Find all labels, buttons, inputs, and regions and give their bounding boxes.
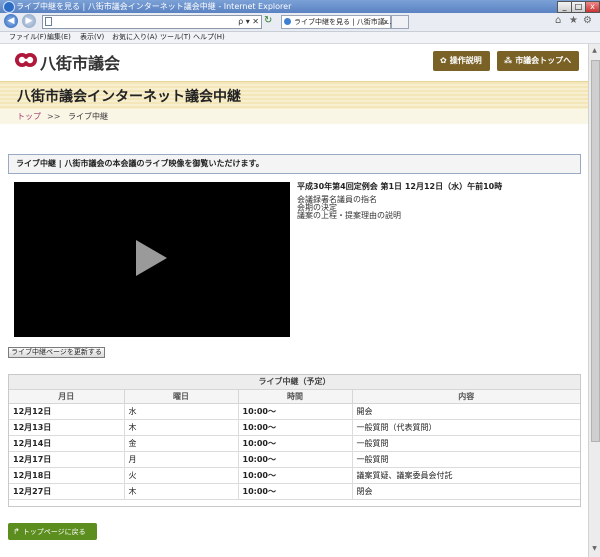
back-button[interactable]: ◀	[4, 14, 18, 28]
tab-label: ライブ中継を見る | 八街市議...	[294, 18, 392, 26]
manual-button[interactable]: ✿ 操作説明	[433, 51, 490, 71]
breadcrumb-home-link[interactable]: トップ	[17, 109, 41, 124]
tab-close-icon[interactable]: x	[384, 16, 388, 28]
agenda-list: 会議録署名議員の指名 会期の決定 議案の上程・提案理由の説明	[297, 196, 401, 220]
browser-toolbar: ◀ ▶ ρ ▾ ✕ ↻ ライブ中継を見る | 八街市議... x ⌂ ★ ⚙	[0, 13, 600, 32]
menu-favorites[interactable]: お気に入り(A)	[112, 32, 157, 43]
back-to-top-button[interactable]: ↱ トップページに戻る	[8, 523, 97, 540]
schedule-table: ライブ中継（予定） 月日 曜日 時間 内容 12月12日 水 10:00～ 開会	[8, 374, 581, 507]
vertical-scrollbar[interactable]: ▲ ▼	[588, 44, 600, 557]
new-tab-button[interactable]	[391, 15, 409, 29]
menu-bar: ファイル(F) 編集(E) 表示(V) お気に入り(A) ツール(T) ヘルプ(…	[0, 32, 600, 44]
page-title: 八街市議会インターネット議会中継	[17, 89, 241, 105]
council-top-button[interactable]: ⁂ 市議会トップへ	[497, 51, 579, 71]
header-time: 時間	[237, 390, 352, 404]
council-logo-icon	[15, 53, 37, 67]
page-content: 八街市議会 ✿ 操作説明 ⁂ 市議会トップへ 八街市議会インターネット議会中継 トッ…	[0, 44, 588, 557]
cell-content: 議案質疑、議案委員会付託	[351, 467, 580, 484]
window-title: ライブ中継を見る | 八街市議会インターネット議会中継 - Internet E…	[16, 2, 292, 11]
cell-content: 一般質問	[351, 451, 580, 468]
refresh-live-button[interactable]: ライブ中継ページを更新する	[8, 347, 105, 358]
schedule-caption: ライブ中継（予定）	[9, 375, 580, 390]
cell-time: 10:00～	[237, 435, 352, 452]
scroll-down-icon[interactable]: ▼	[590, 544, 599, 553]
favorites-icon[interactable]: ★	[569, 15, 578, 27]
table-row: 12月12日 水 10:00～ 開会	[9, 403, 580, 420]
cell-time: 10:00～	[237, 451, 352, 468]
table-row: 12月13日 木 10:00～ 一般質問（代表質問）	[9, 419, 580, 436]
cell-content: 開会	[351, 403, 580, 420]
gear-icon: ✿	[440, 56, 447, 65]
minimize-button[interactable]: _	[557, 1, 572, 13]
site-logo-text[interactable]: 八街市議会	[40, 50, 120, 74]
address-bar[interactable]: ρ ▾ ✕	[42, 15, 262, 29]
cell-date: 12月14日	[9, 435, 124, 452]
ie-icon	[3, 1, 15, 13]
cell-time: 10:00～	[237, 467, 352, 484]
menu-edit[interactable]: 編集(E)	[47, 32, 71, 43]
header-content: 内容	[351, 390, 580, 404]
menu-help[interactable]: ヘルプ(H)	[193, 32, 225, 43]
cell-weekday: 木	[123, 419, 238, 436]
page-banner: 八街市議会インターネット議会中継	[0, 81, 588, 110]
menu-tools[interactable]: ツール(T)	[160, 32, 191, 43]
page-icon	[45, 17, 52, 26]
home-icon[interactable]: ⌂	[555, 15, 561, 27]
menu-view[interactable]: 表示(V)	[80, 32, 104, 43]
cell-content: 一般質問	[351, 435, 580, 452]
breadcrumb-separator: >>	[47, 112, 61, 121]
window-titlebar: ライブ中継を見る | 八街市議会インターネット議会中継 - Internet E…	[0, 0, 600, 13]
council-top-button-label: 市議会トップへ	[515, 56, 572, 65]
cell-date: 12月17日	[9, 451, 124, 468]
cell-date: 12月12日	[9, 403, 124, 420]
header-weekday: 曜日	[123, 390, 238, 404]
cell-weekday: 金	[123, 435, 238, 452]
tab-ie-icon	[284, 18, 291, 25]
cell-time: 10:00～	[237, 483, 352, 500]
cell-content: 閉会	[351, 483, 580, 500]
forward-button[interactable]: ▶	[22, 14, 36, 28]
play-icon[interactable]	[136, 240, 167, 276]
agenda-item: 議案の上程・提案理由の説明	[297, 211, 401, 220]
cell-weekday: 火	[123, 467, 238, 484]
schedule-header-row: 月日 曜日 時間 内容	[9, 390, 580, 404]
address-tools[interactable]: ρ ▾ ✕	[238, 16, 259, 28]
tab-live[interactable]: ライブ中継を見る | 八街市議... x	[281, 15, 391, 29]
menu-file[interactable]: ファイル(F)	[9, 32, 47, 43]
close-button[interactable]: x	[585, 1, 600, 13]
refresh-icon[interactable]: ↻	[264, 15, 272, 27]
table-row: 12月27日 木 10:00～ 閉会	[9, 483, 580, 500]
cell-content: 一般質問（代表質問）	[351, 419, 580, 436]
settings-icon[interactable]: ⚙	[583, 15, 592, 27]
cell-date: 12月18日	[9, 467, 124, 484]
return-arrow-icon: ↱	[13, 527, 20, 536]
scroll-up-icon[interactable]: ▲	[590, 46, 599, 55]
cell-date: 12月13日	[9, 419, 124, 436]
breadcrumb: トップ >> ライブ中継	[0, 109, 588, 124]
cell-time: 10:00～	[237, 403, 352, 420]
notice-box: ライブ中継 | 八街市議会の本会議のライブ映像を御覧いただけます。	[8, 154, 581, 174]
breadcrumb-current: ライブ中継	[68, 112, 108, 121]
cell-weekday: 月	[123, 451, 238, 468]
header-date: 月日	[9, 390, 124, 404]
session-title: 平成30年第4回定例会 第1日 12月12日（水）午前10時	[297, 182, 503, 191]
cell-weekday: 水	[123, 403, 238, 420]
table-row: 12月18日 火 10:00～ 議案質疑、議案委員会付託	[9, 467, 580, 484]
maximize-button[interactable]: □	[571, 1, 586, 13]
cell-date: 12月27日	[9, 483, 124, 500]
scrollbar-thumb[interactable]	[591, 60, 600, 442]
table-row: 12月14日 金 10:00～ 一般質問	[9, 435, 580, 452]
sitemap-icon: ⁂	[504, 56, 513, 65]
back-to-top-label: トップページに戻る	[22, 528, 86, 536]
cell-weekday: 木	[123, 483, 238, 500]
table-row: 12月17日 月 10:00～ 一般質問	[9, 451, 580, 468]
manual-button-label: 操作説明	[449, 56, 482, 65]
cell-time: 10:00～	[237, 419, 352, 436]
video-player[interactable]	[14, 182, 290, 337]
